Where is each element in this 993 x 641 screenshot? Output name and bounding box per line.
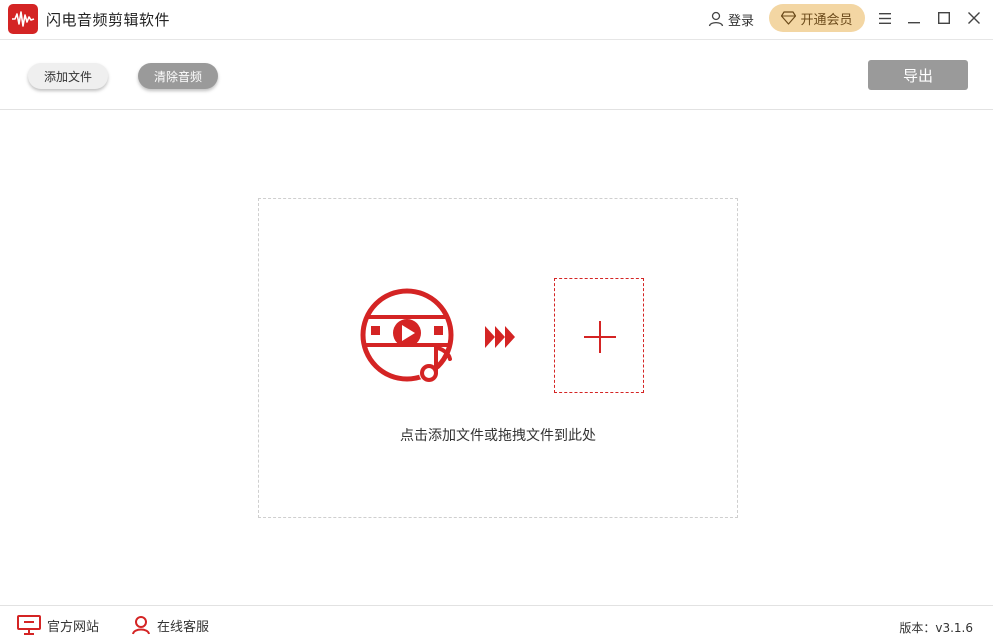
vip-button[interactable]: 开通会员: [769, 4, 865, 32]
app-logo-icon: [8, 4, 38, 34]
official-website-link[interactable]: 官方网站: [17, 615, 99, 635]
menu-icon: [879, 12, 891, 24]
support-agent-icon: [132, 616, 150, 635]
forward-arrows-icon: [485, 326, 515, 348]
add-file-button[interactable]: 添加文件: [28, 63, 108, 89]
close-button[interactable]: [964, 8, 984, 28]
media-file-icon: [360, 288, 454, 383]
file-drop-zone[interactable]: 点击添加文件或拖拽文件到此处: [258, 198, 738, 518]
export-button[interactable]: 导出: [868, 60, 968, 90]
maximize-icon: [938, 12, 950, 24]
website-label: 官方网站: [47, 619, 100, 635]
online-support-link[interactable]: 在线客服: [131, 615, 209, 635]
add-file-box[interactable]: [554, 278, 644, 393]
title-bar: 闪电音频剪辑软件 登录 开通会员: [0, 0, 993, 40]
drop-hint-text: 点击添加文件或拖拽文件到此处: [400, 428, 596, 444]
minimize-icon: [908, 22, 920, 24]
monitor-icon: [17, 615, 41, 635]
app-title: 闪电音频剪辑软件: [46, 11, 171, 29]
version-text: 版本：v3.1.6: [899, 621, 973, 635]
diamond-icon: [781, 11, 797, 25]
toolbar: 添加文件 清除音频 导出: [0, 40, 993, 110]
support-label: 在线客服: [157, 619, 210, 635]
close-icon: [968, 12, 980, 24]
vip-label: 开通会员: [800, 12, 853, 28]
minimize-button[interactable]: [904, 8, 924, 28]
footer: 官方网站 在线客服 版本：v3.1.6: [0, 605, 993, 641]
login-label: 登录: [728, 13, 755, 29]
user-icon: [708, 11, 724, 27]
menu-button[interactable]: [875, 8, 895, 28]
login-button[interactable]: 登录: [708, 9, 754, 29]
clear-audio-button[interactable]: 清除音频: [138, 63, 218, 89]
maximize-button[interactable]: [934, 8, 954, 28]
